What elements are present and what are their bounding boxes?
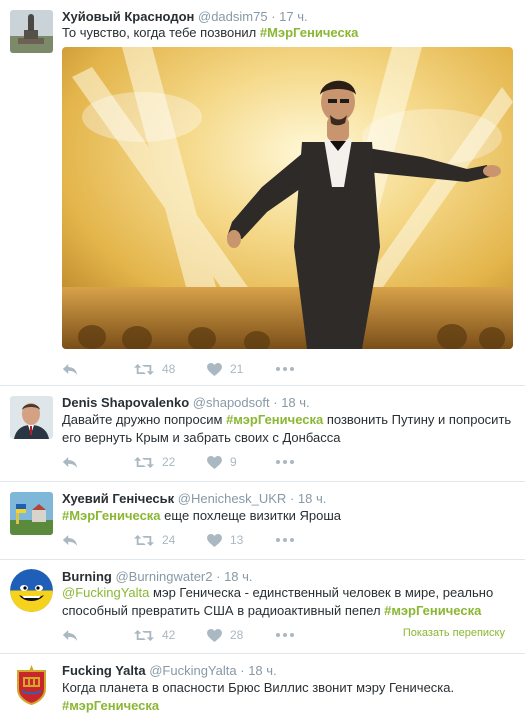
tweet[interactable]: Denis Shapovalenko @shapodsoft · 18 ч. Д…	[0, 386, 525, 482]
hashtag-link[interactable]: #мэрГеническа	[226, 412, 323, 427]
tweet-photo[interactable]	[62, 47, 513, 349]
retweet-count: 48	[162, 362, 176, 376]
retweet-button[interactable]: 42	[134, 626, 175, 644]
like-button[interactable]: 13	[207, 531, 243, 549]
hashtag-link[interactable]: #МэрГеническа	[62, 508, 161, 523]
more-icon	[276, 633, 294, 637]
avatar[interactable]	[10, 396, 53, 439]
tweet-text: То чувство, когда тебе позвонил #МэрГени…	[62, 24, 517, 42]
display-name[interactable]: Fucking Yalta	[62, 663, 146, 678]
tweet-text-part: То чувство, когда тебе позвонил	[62, 25, 260, 40]
like-count: 9	[230, 455, 237, 469]
tweet-text: #МэрГеническа еще похлеще визитки Яроша	[62, 507, 517, 525]
retweet-button[interactable]: 48	[134, 360, 175, 378]
user-handle[interactable]: @dadsim75	[198, 9, 268, 24]
like-count: 28	[230, 628, 244, 642]
more-icon	[276, 367, 294, 371]
tweet-header: Denis Shapovalenko @shapodsoft · 18 ч.	[62, 395, 310, 411]
reply-button[interactable]	[62, 626, 78, 644]
separator: ·	[271, 9, 276, 24]
show-conversation-link[interactable]: Показать переписку	[403, 627, 505, 639]
timestamp[interactable]: 17 ч.	[279, 9, 307, 24]
like-count: 13	[230, 533, 244, 547]
separator: ·	[216, 569, 221, 584]
retweet-icon	[134, 629, 154, 642]
reply-icon	[62, 629, 78, 642]
retweet-icon	[134, 534, 154, 547]
tweet[interactable]: Burning @Burningwater2 · 18 ч. @FuckingY…	[0, 560, 525, 654]
tweet-text-part: Когда планета в опасности Брюс Виллис зв…	[62, 680, 455, 695]
tweet-header: Burning @Burningwater2 · 18 ч.	[62, 569, 253, 585]
avatar[interactable]	[10, 492, 53, 535]
timestamp[interactable]: 18 ч.	[281, 395, 309, 410]
more-button[interactable]	[276, 360, 294, 378]
avatar[interactable]	[10, 569, 53, 612]
separator: ·	[240, 663, 245, 678]
tweet-actions: 22 9	[62, 453, 517, 471]
tweet[interactable]: Хуевий Генічеськ @Henichesk_UKR · 18 ч. …	[0, 482, 525, 560]
reply-button[interactable]	[62, 531, 78, 549]
display-name[interactable]: Burning	[62, 569, 112, 584]
heart-icon	[207, 534, 222, 547]
tweet-header: Fucking Yalta @FuckingYalta · 18 ч.	[62, 663, 277, 679]
user-handle[interactable]: @Burningwater2	[115, 569, 212, 584]
tweet-text: Когда планета в опасности Брюс Виллис зв…	[62, 679, 517, 715]
avatar[interactable]	[10, 10, 53, 53]
tweet-actions: 42 28 Показать переписку	[62, 626, 517, 644]
display-name[interactable]: Хуйовый Краснодон	[62, 9, 194, 24]
reply-icon	[62, 456, 78, 469]
retweet-count: 42	[162, 628, 176, 642]
reply-icon	[62, 363, 78, 376]
more-button[interactable]	[276, 626, 294, 644]
heart-icon	[207, 363, 222, 376]
user-handle[interactable]: @shapodsoft	[193, 395, 270, 410]
tweet-header: Хуевий Генічеськ @Henichesk_UKR · 18 ч.	[62, 491, 326, 507]
user-handle[interactable]: @FuckingYalta	[149, 663, 236, 678]
retweet-icon	[134, 363, 154, 376]
hashtag-link[interactable]: #мэрГеническа	[62, 698, 159, 713]
timestamp[interactable]: 18 ч.	[224, 569, 252, 584]
retweet-count: 22	[162, 455, 176, 469]
separator: ·	[273, 395, 278, 410]
heart-icon	[207, 456, 222, 469]
tweet-header: Хуйовый Краснодон @dadsim75 · 17 ч.	[62, 9, 308, 25]
more-button[interactable]	[276, 531, 294, 549]
like-button[interactable]: 28	[207, 626, 243, 644]
retweet-button[interactable]: 24	[134, 531, 175, 549]
tweet-text-part: Давайте дружно попросим	[62, 412, 227, 427]
retweet-button[interactable]: 22	[134, 453, 175, 471]
display-name[interactable]: Denis Shapovalenko	[62, 395, 189, 410]
retweet-icon	[134, 456, 154, 469]
display-name[interactable]: Хуевий Генічеськ	[62, 491, 174, 506]
hashtag-link[interactable]: #мэрГеническа	[384, 603, 481, 618]
timestamp[interactable]: 18 ч.	[298, 491, 326, 506]
reply-button[interactable]	[62, 453, 78, 471]
heart-icon	[207, 629, 222, 642]
tweet-text: Давайте дружно попросим #мэрГеническа по…	[62, 411, 517, 447]
like-button[interactable]: 9	[207, 453, 237, 471]
more-button[interactable]	[276, 453, 294, 471]
like-button[interactable]: 21	[207, 360, 243, 378]
tweet-actions: 24 13	[62, 531, 517, 549]
tweet[interactable]: Хуйовый Краснодон @dadsim75 · 17 ч. То ч…	[0, 0, 525, 386]
tweet[interactable]: Fucking Yalta @FuckingYalta · 18 ч. Когд…	[0, 654, 525, 713]
more-icon	[276, 538, 294, 542]
mention-link[interactable]: @FuckingYalta	[62, 585, 149, 600]
like-count: 21	[230, 362, 244, 376]
reply-icon	[62, 534, 78, 547]
tweet-text-part: еще похлеще визитки Яроша	[160, 508, 342, 523]
tweet-actions: 48 21	[62, 360, 517, 378]
more-icon	[276, 460, 294, 464]
timestamp[interactable]: 18 ч.	[248, 663, 276, 678]
avatar[interactable]	[10, 663, 53, 706]
separator: ·	[289, 491, 295, 506]
tweet-text: @FuckingYalta мэр Геническа - единственн…	[62, 584, 517, 620]
hashtag-link[interactable]: #МэрГеническа	[260, 25, 359, 40]
retweet-count: 24	[162, 533, 176, 547]
user-handle[interactable]: @Henichesk_UKR	[178, 491, 287, 506]
reply-button[interactable]	[62, 360, 78, 378]
